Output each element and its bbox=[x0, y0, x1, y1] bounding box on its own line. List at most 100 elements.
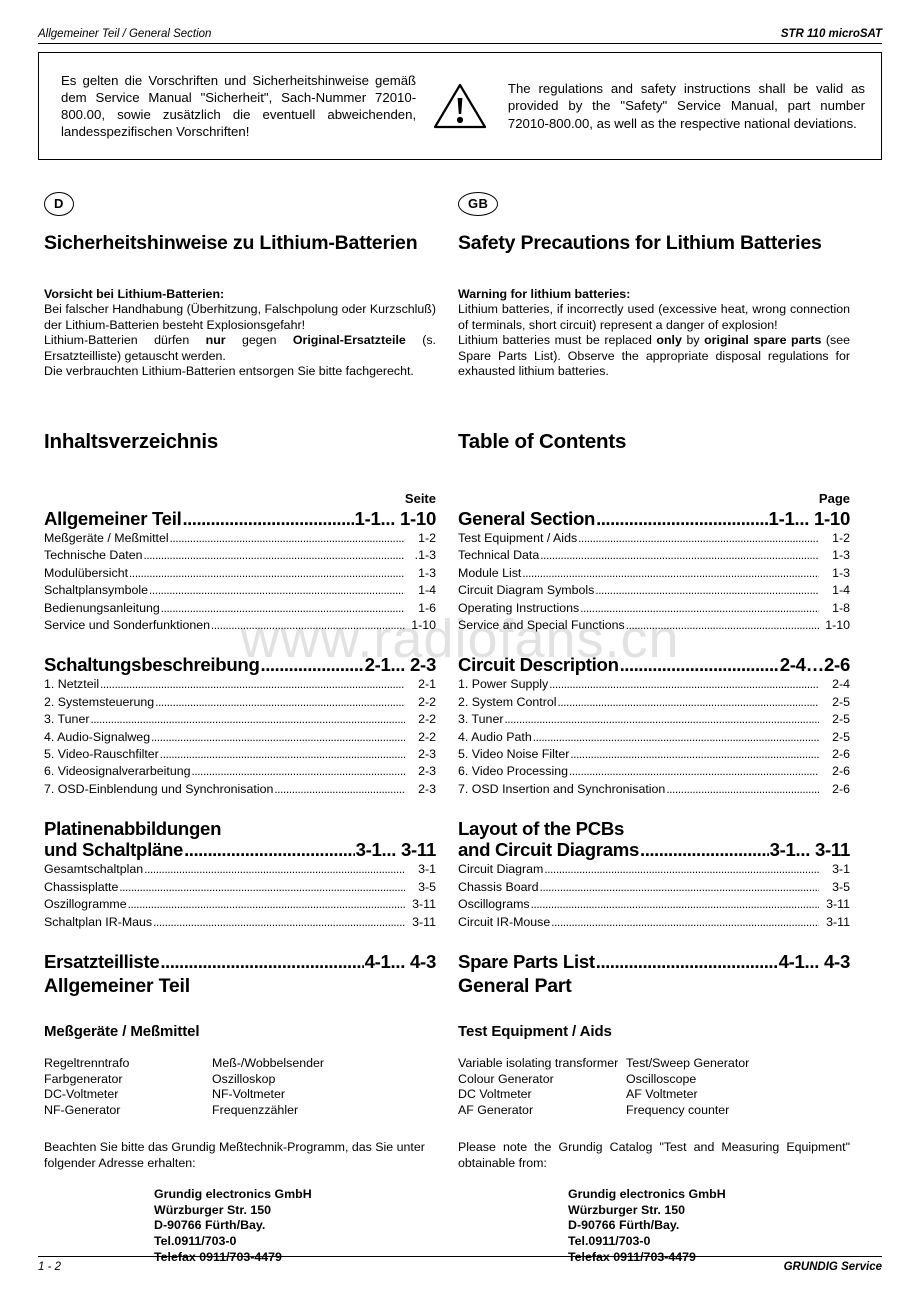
toc-item-row[interactable]: 5. Video Noise Filter...................… bbox=[458, 746, 850, 763]
toc-item-page: 1-4 bbox=[832, 583, 850, 598]
toc-item-label: Circuit Diagram Symbols bbox=[458, 583, 595, 598]
toc-item-row[interactable]: Gesamtschaltplan........................… bbox=[44, 861, 436, 878]
toc-item-row[interactable]: Service und Sonderfunktionen............… bbox=[44, 617, 436, 634]
toc-item-row[interactable]: Test Equipment / Aids...................… bbox=[458, 530, 850, 547]
toc-item-label: Circuit Diagram bbox=[458, 862, 544, 877]
toc-item-row[interactable]: 7. OSD-Einblendung und Synchronisation..… bbox=[44, 781, 436, 798]
toc-item-row[interactable]: Schaltplansymbole.......................… bbox=[44, 582, 436, 599]
toc-item-label: 6. Videosignalverarbeitung bbox=[44, 764, 191, 779]
toc-leader-dots: ........................................… bbox=[153, 916, 405, 929]
warning-text-english: The regulations and safety instructions … bbox=[507, 81, 865, 131]
address-line: Tel.0911/703-0 bbox=[154, 1233, 237, 1248]
toc-major-label: Circuit Description bbox=[458, 654, 619, 676]
toc-item-row[interactable]: Circuit Diagram Symbols.................… bbox=[458, 582, 850, 599]
toc-item-page: 3-5 bbox=[418, 879, 436, 894]
test-equipment-table-gb: Variable isolating transformer Test/Sweep… bbox=[458, 1056, 850, 1118]
toc-item-row[interactable]: 3. Tuner................................… bbox=[44, 711, 436, 728]
toc-leader-dots: ........................................… bbox=[568, 766, 819, 779]
toc-item-row[interactable]: Oszillogramme...........................… bbox=[44, 896, 436, 913]
toc-item-row[interactable]: 5. Video-Rauschfilter...................… bbox=[44, 746, 436, 763]
toc-item-row[interactable]: Schaltplan IR-Maus......................… bbox=[44, 914, 436, 931]
lp2-mid-gb: by bbox=[681, 333, 705, 348]
warning-triangle-icon bbox=[416, 81, 504, 131]
toc-item-page: 2-1 bbox=[418, 677, 436, 692]
toc-item-row[interactable]: 6. Video Processing.....................… bbox=[458, 763, 850, 780]
toc-item-label: 1. Power Supply bbox=[458, 677, 549, 692]
toc-item-label: Circuit IR-Mouse bbox=[458, 914, 551, 929]
document-page: www.radiofans.cn Allgemeiner Teil / Gene… bbox=[0, 0, 920, 1302]
toc-item-row[interactable]: Circuit IR-Mouse........................… bbox=[458, 914, 850, 931]
toc-item-row[interactable]: Operating Instructions..................… bbox=[458, 600, 850, 617]
toc-item-row[interactable]: Module List.............................… bbox=[458, 565, 850, 582]
toc-item-row[interactable]: 1. Power Supply.........................… bbox=[458, 676, 850, 693]
toc-major-label: General Section bbox=[458, 508, 596, 529]
toc-item-page: 1-6 bbox=[418, 600, 436, 615]
toc-item-label: Meßgeräte / Meßmittel bbox=[44, 531, 169, 545]
toc-major-row[interactable]: Allgemeiner Teil........................… bbox=[44, 508, 436, 530]
toc-leader-dots: ........................................… bbox=[595, 585, 819, 598]
toc-item-row[interactable]: 4. Audio Path...........................… bbox=[458, 729, 850, 746]
address-line: D-90766 Fürth/Bay. bbox=[154, 1218, 266, 1233]
toc-item-label: Oscillograms bbox=[458, 897, 530, 912]
toc-major-row[interactable]: und Schaltpläne.........................… bbox=[44, 839, 436, 861]
toc-item-row[interactable]: Meßgeräte / Meßmittel...................… bbox=[44, 530, 436, 547]
toc-item-row[interactable]: Technical Data..........................… bbox=[458, 547, 850, 564]
toc-major-row[interactable]: and Circuit Diagrams....................… bbox=[458, 839, 850, 861]
address-line: Würzburger Str. 150 bbox=[568, 1202, 686, 1217]
toc-item-row[interactable]: Circuit Diagram.........................… bbox=[458, 861, 850, 878]
toc-item-label: Test Equipment / Aids bbox=[458, 531, 578, 545]
toc-item-label: Service und Sonderfunktionen bbox=[44, 618, 211, 633]
toc-item-page: 2-5 bbox=[832, 712, 850, 727]
toc-item-page: 1-4 bbox=[418, 583, 436, 598]
toc-item-row[interactable]: Bedienungsanleitung.....................… bbox=[44, 600, 436, 617]
lp2-b2-de: Original-Ersatzteile bbox=[292, 333, 406, 348]
toc-item-row[interactable]: 7. OSD Insertion and Synchronisation....… bbox=[458, 781, 850, 798]
toc-item-row[interactable]: 1. Netzteil.............................… bbox=[44, 676, 436, 693]
toc-item-row[interactable]: Technische Daten........................… bbox=[44, 547, 436, 564]
toc-item-row[interactable]: 2. System Control.......................… bbox=[458, 694, 850, 711]
toc-major-row[interactable]: Ersatzteilliste.........................… bbox=[44, 951, 436, 973]
toc-item-label: 5. Video-Rauschfilter bbox=[44, 747, 159, 762]
test-equipment-title-de: Meßgeräte / Meßmittel bbox=[44, 1023, 200, 1040]
toc-leader-dots: ........................................… bbox=[549, 679, 819, 692]
toc-major-page: 3-1... 3-11 bbox=[769, 839, 851, 861]
lithium-para1-de: Bei falscher Handhabung (Überhitzung, Fa… bbox=[44, 302, 436, 332]
lp2-pre-gb: Lithium batteries must be replaced bbox=[458, 333, 657, 348]
toc-leader-dots: ........................................… bbox=[540, 550, 819, 563]
toc-major-row[interactable]: Circuit Description.....................… bbox=[458, 654, 850, 676]
toc-leader-dots: ........................................… bbox=[169, 533, 405, 545]
lithium-para3-de: Die verbrauchten Lithium-Batterien entso… bbox=[44, 364, 414, 379]
toc-major-row[interactable]: Spare Parts List........................… bbox=[458, 951, 850, 973]
toc-item-row[interactable]: Service and Special Functions...........… bbox=[458, 617, 850, 634]
toc-item-page: 1-3 bbox=[832, 548, 850, 563]
header-left-title: Allgemeiner Teil / General Section bbox=[38, 28, 212, 40]
toc-item-row[interactable]: Chassis Board...........................… bbox=[458, 879, 850, 896]
toc-item-row[interactable]: 4. Audio-Signalweg......................… bbox=[44, 729, 436, 746]
general-part-title-de: Allgemeiner Teil bbox=[44, 975, 190, 997]
toc-item-row[interactable]: 6. Videosignalverarbeitung..............… bbox=[44, 763, 436, 780]
toc-major-row[interactable]: Schaltungsbeschreibung..................… bbox=[44, 654, 436, 676]
warning-text-german: Es gelten die Vorschriften und Sicherhei… bbox=[61, 72, 417, 140]
toc-item-page: 2-2 bbox=[418, 712, 436, 727]
toc-item-row[interactable]: Chassisplatte...........................… bbox=[44, 879, 436, 896]
lithium-subtitle-gb: Warning for lithium batteries: bbox=[458, 287, 631, 301]
toc-item-row[interactable]: Oscillograms............................… bbox=[458, 896, 850, 913]
address-line: Würzburger Str. 150 bbox=[154, 1202, 272, 1217]
toc-item-page: 2-3 bbox=[418, 747, 436, 762]
toc-major-row[interactable]: General Section.........................… bbox=[458, 508, 850, 530]
toc-leader-dots: ........................................… bbox=[530, 899, 819, 912]
toc-leader-dots: ........................................… bbox=[522, 567, 819, 580]
toc-item-page: 2-3 bbox=[418, 764, 436, 779]
toc-item-row[interactable]: 2. Systemsteuerung......................… bbox=[44, 694, 436, 711]
toc-item-row[interactable]: 3. Tuner................................… bbox=[458, 711, 850, 728]
toc-major-page: 4-1... 4-3 bbox=[364, 950, 437, 972]
toc-item-row[interactable]: Modulübersicht..........................… bbox=[44, 565, 436, 582]
toc-item-label: Technische Daten bbox=[44, 548, 143, 563]
toc-major-page: 2-1... 2-3 bbox=[364, 654, 437, 676]
toc-major-page: 1-1... 1-10 bbox=[768, 508, 851, 529]
equipment-row: Colour Generator Oscilloscope bbox=[458, 1072, 850, 1088]
toc-leader-dots: ........................................… bbox=[184, 839, 355, 861]
equipment-row: DC-Voltmeter NF-Voltmeter bbox=[44, 1087, 436, 1103]
equipment-note-de: Beachten Sie bitte das Grundig Meßtechni… bbox=[44, 1140, 425, 1170]
toc-list-de: Allgemeiner Teil........................… bbox=[44, 508, 436, 973]
